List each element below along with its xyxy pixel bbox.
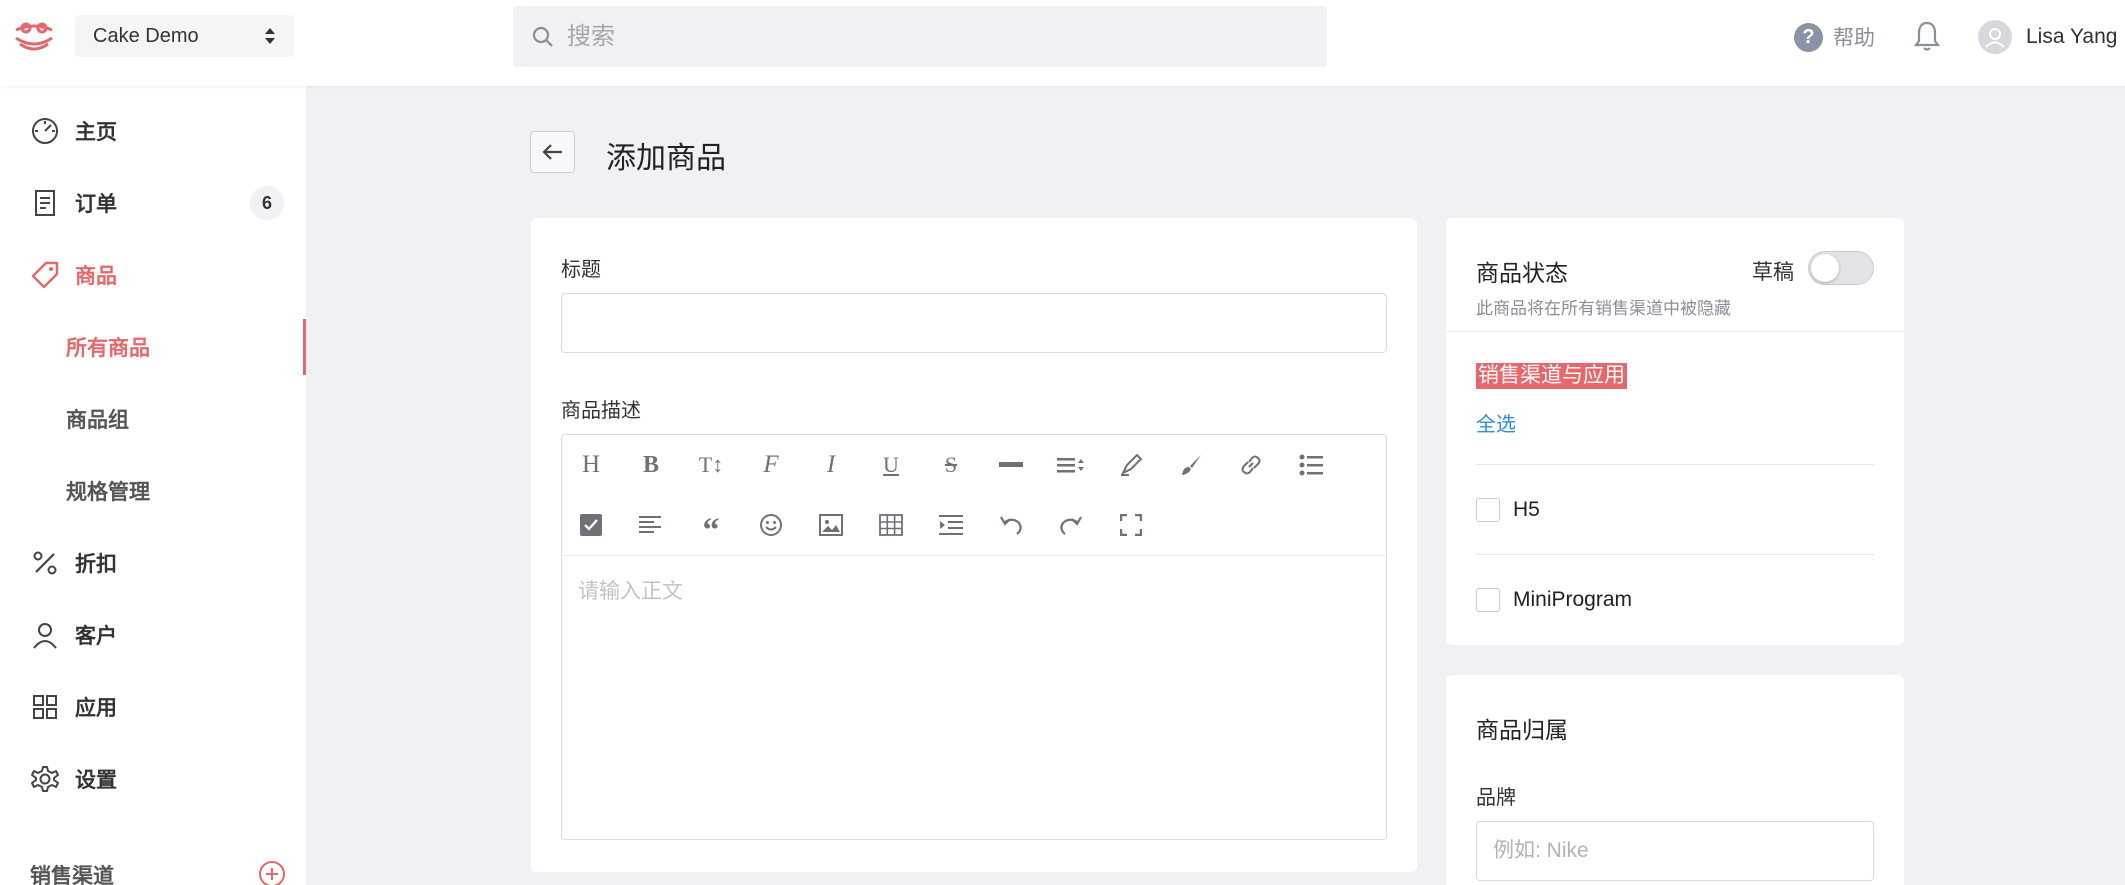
- editor-toolbar: H B T↕ F I U S “: [562, 435, 1386, 556]
- apps-grid-icon: [30, 692, 60, 722]
- channel-label: H5: [1513, 498, 1540, 521]
- redo-icon[interactable]: [1056, 510, 1086, 540]
- image-icon[interactable]: [816, 510, 846, 540]
- dashboard-icon: [30, 116, 60, 146]
- quote-icon[interactable]: “: [696, 510, 726, 548]
- user-icon: [30, 620, 60, 650]
- checkbox-list-icon[interactable]: [576, 510, 606, 540]
- emoji-icon[interactable]: [756, 510, 786, 540]
- avatar: [1978, 20, 2012, 54]
- table-icon[interactable]: [876, 510, 906, 540]
- search-icon: [532, 26, 553, 47]
- brand-field[interactable]: [1476, 821, 1874, 881]
- product-brand-card: 商品归属 品牌: [1446, 675, 1904, 885]
- tag-icon: [30, 260, 60, 290]
- divider: [1476, 464, 1874, 465]
- indent-icon[interactable]: [936, 510, 966, 540]
- sidebar-item-discounts[interactable]: 折扣: [0, 533, 306, 593]
- brand-input[interactable]: [1493, 839, 1853, 863]
- underline-icon[interactable]: U: [876, 450, 906, 480]
- sidebar-item-spec-management[interactable]: 规格管理: [0, 463, 306, 519]
- status-card-header: 商品状态 草稿 此商品将在所有销售渠道中被隐藏: [1446, 218, 1904, 332]
- horizontal-rule-icon[interactable]: [996, 450, 1026, 480]
- top-bar: Cake Demo ? 帮助 Lisa Yang: [0, 0, 2125, 86]
- bullet-list-icon[interactable]: [1296, 450, 1326, 480]
- sidebar-item-customers[interactable]: 客户: [0, 605, 306, 665]
- checkbox[interactable]: [1476, 588, 1500, 612]
- undo-icon[interactable]: [996, 510, 1026, 540]
- search-bar[interactable]: [513, 6, 1327, 67]
- channel-option-h5[interactable]: H5: [1476, 498, 1540, 522]
- sidebar-item-label: 订单: [75, 193, 117, 216]
- sidebar: 主页 订单 6 商品 所有商品 商品组 规格管理 折扣 客户 应用 设置 销售渠…: [0, 86, 306, 885]
- channel-option-miniprogram[interactable]: MiniProgram: [1476, 588, 1632, 612]
- store-name: Cake Demo: [93, 24, 199, 47]
- sidebar-item-orders[interactable]: 订单 6: [0, 173, 306, 233]
- sidebar-item-label: 应用: [75, 697, 117, 720]
- link-icon[interactable]: [1236, 450, 1266, 480]
- sort-arrows-icon: [265, 28, 275, 44]
- select-all-link[interactable]: 全选: [1476, 408, 1516, 437]
- receipt-icon: [30, 188, 60, 218]
- sidebar-item-settings[interactable]: 设置: [0, 749, 306, 809]
- brand-label: 品牌: [1476, 787, 1516, 809]
- checkbox[interactable]: [1476, 498, 1500, 522]
- page-title: 添加商品: [606, 142, 726, 175]
- toggle-knob: [1811, 254, 1839, 282]
- store-selector[interactable]: Cake Demo: [75, 15, 294, 57]
- channel-label: MiniProgram: [1513, 588, 1633, 611]
- heading-icon[interactable]: H: [576, 450, 606, 480]
- sales-channels-section-label: 销售渠道: [30, 865, 114, 885]
- draft-label: 草稿: [1752, 261, 1794, 284]
- align-left-icon[interactable]: [636, 510, 666, 540]
- text-size-icon[interactable]: T↕: [696, 450, 726, 480]
- sidebar-item-apps[interactable]: 应用: [0, 677, 306, 737]
- gear-icon: [30, 764, 60, 794]
- bold-icon[interactable]: B: [636, 450, 666, 480]
- sidebar-item-products[interactable]: 商品: [0, 245, 306, 305]
- sidebar-item-all-products[interactable]: 所有商品: [0, 319, 306, 375]
- italic-icon[interactable]: I: [816, 450, 846, 480]
- highlight-icon[interactable]: [1116, 450, 1146, 480]
- user-name: Lisa Yang: [2026, 25, 2118, 48]
- fullscreen-icon[interactable]: [1116, 510, 1146, 540]
- sidebar-item-label: 折扣: [75, 553, 117, 576]
- arrow-left-icon: [541, 144, 562, 160]
- orders-count-badge: 6: [250, 186, 284, 220]
- editor-placeholder: 请输入正文: [578, 580, 683, 603]
- sidebar-item-label: 客户: [75, 625, 117, 648]
- strikethrough-icon[interactable]: S: [936, 450, 966, 480]
- product-details-card: 标题 商品描述 H B T↕ F I U S “ 请输入正文: [531, 218, 1417, 872]
- line-height-icon[interactable]: [1056, 450, 1086, 480]
- help-link[interactable]: ? 帮助: [1794, 22, 1875, 52]
- add-channel-icon[interactable]: [259, 861, 285, 885]
- user-menu[interactable]: Lisa Yang: [1978, 20, 2117, 54]
- title-label: 标题: [561, 259, 601, 281]
- status-subtitle: 此商品将在所有销售渠道中被隐藏: [1476, 299, 1731, 318]
- rich-text-editor[interactable]: H B T↕ F I U S “ 请输入正文: [561, 434, 1387, 840]
- status-title: 商品状态: [1476, 260, 1568, 286]
- brand-card-title: 商品归属: [1476, 717, 1568, 743]
- publish-toggle[interactable]: [1808, 251, 1874, 285]
- sidebar-item-label: 设置: [75, 769, 117, 792]
- product-status-card: 商品状态 草稿 此商品将在所有销售渠道中被隐藏 销售渠道与应用 全选 H5 Mi…: [1446, 218, 1904, 645]
- percent-icon: [30, 548, 60, 578]
- sidebar-item-product-groups[interactable]: 商品组: [0, 391, 306, 447]
- brush-icon[interactable]: [1176, 450, 1206, 480]
- user-avatar-icon: [1985, 28, 2005, 48]
- description-label: 商品描述: [561, 400, 641, 422]
- help-icon: ?: [1794, 22, 1823, 52]
- help-label: 帮助: [1833, 27, 1875, 50]
- sidebar-item-label: 商品: [75, 265, 117, 288]
- channels-title: 销售渠道与应用: [1476, 363, 1627, 389]
- app-logo-icon[interactable]: [12, 18, 56, 58]
- bell-icon[interactable]: [1912, 19, 1942, 53]
- sidebar-item-label: 主页: [75, 121, 117, 144]
- sidebar-item-home[interactable]: 主页: [0, 101, 306, 161]
- search-input[interactable]: [567, 22, 1267, 51]
- font-icon[interactable]: F: [756, 450, 786, 480]
- divider: [1476, 554, 1874, 555]
- title-input[interactable]: [561, 293, 1387, 353]
- back-button[interactable]: [530, 131, 575, 173]
